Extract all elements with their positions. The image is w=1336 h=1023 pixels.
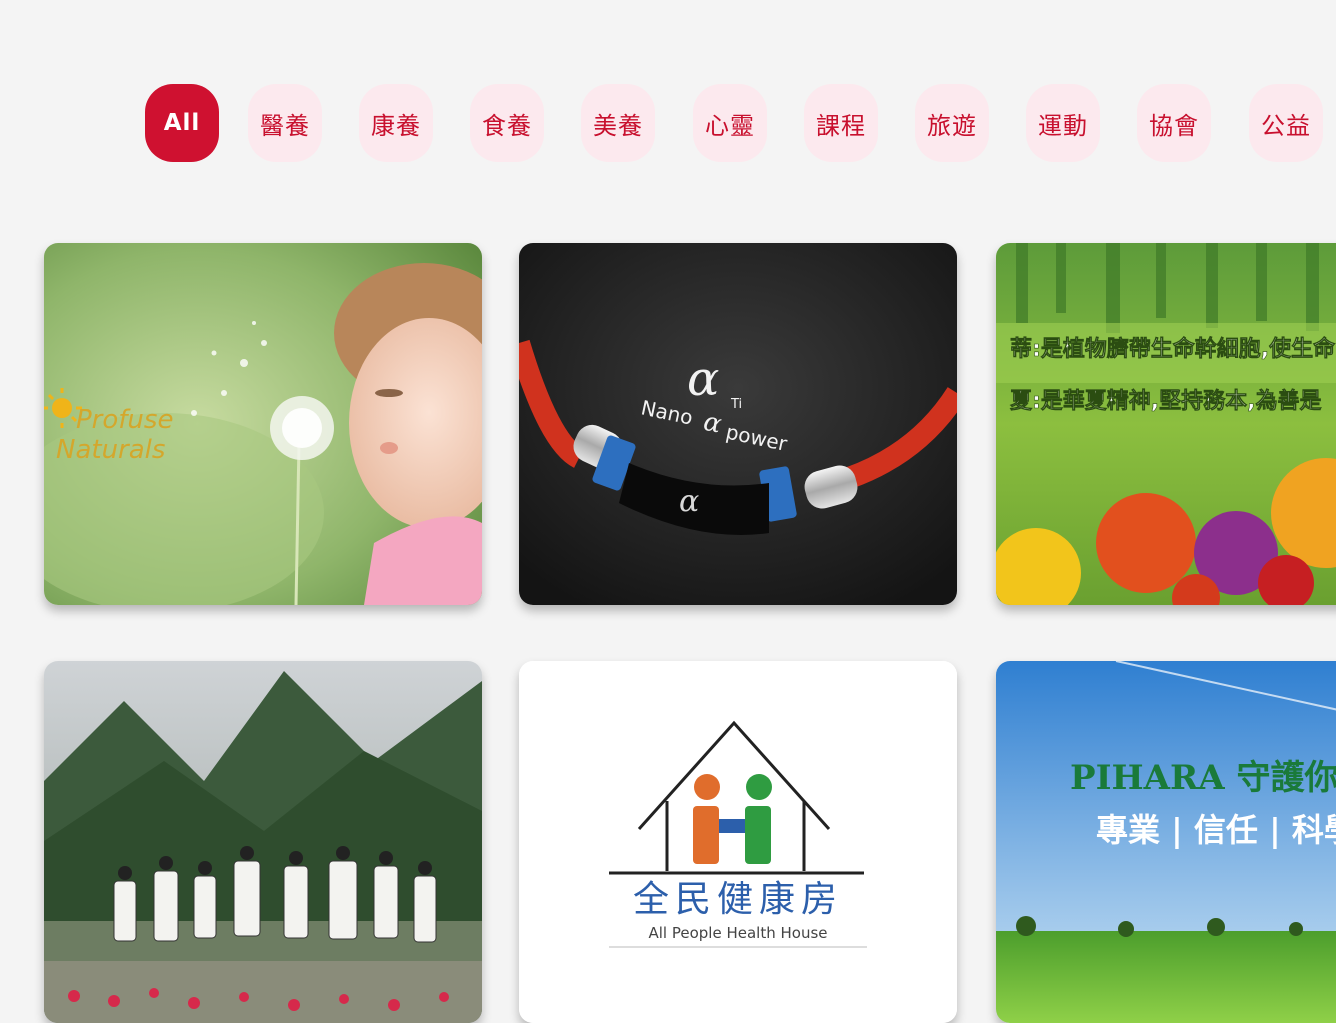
svg-text:蒂:是植物臍帶生命幹細胞,使生命: 蒂:是植物臍帶生命幹細胞,使生命	[1010, 336, 1336, 362]
svg-text:All People Health House: All People Health House	[649, 924, 828, 942]
svg-text:專業 | 信任 | 科學: 專業 | 信任 | 科學	[1096, 811, 1336, 849]
svg-text:α: α	[679, 484, 699, 519]
card-mountain-dance[interactable]	[44, 661, 482, 1023]
filter-chip-association[interactable]: 協會	[1137, 84, 1211, 162]
card-image-pihara: PIHARA 守護你的健康 專業 | 信任 | 科學	[996, 661, 1336, 1023]
filter-chip-beauty[interactable]: 美養	[581, 84, 655, 162]
card-pihara[interactable]: PIHARA 守護你的健康 專業 | 信任 | 科學	[996, 661, 1336, 1023]
svg-text:全民健康房: 全民健康房	[633, 879, 843, 920]
svg-text:夏:是華夏精神,堅持務本,為善是: 夏:是華夏精神,堅持務本,為善是	[1010, 388, 1322, 414]
card-image-necklace: α α Ti Nano α power	[519, 243, 957, 605]
filter-chip-exercise[interactable]: 運動	[1026, 84, 1100, 162]
svg-text:Profuse: Profuse	[76, 405, 173, 435]
filter-chip-all[interactable]: All	[145, 84, 219, 162]
filter-chip-spirit[interactable]: 心靈	[693, 84, 767, 162]
filter-chip-wellness[interactable]: 康養	[359, 84, 433, 162]
card-vegetables-fields[interactable]: 蒂:是植物臍帶生命幹細胞,使生命 夏:是華夏精神,堅持務本,為善是	[996, 243, 1336, 605]
filter-chip-medical[interactable]: 醫養	[248, 84, 322, 162]
card-nano-alpha-power[interactable]: α α Ti Nano α power	[519, 243, 957, 605]
card-image-vegetables: 蒂:是植物臍帶生命幹細胞,使生命 夏:是華夏精神,堅持務本,為善是	[996, 243, 1336, 605]
card-image-mountain-dance	[44, 661, 482, 1023]
card-image-health-house-logo: 全民健康房 All People Health House	[519, 661, 957, 1023]
card-all-people-health-house[interactable]: 全民健康房 All People Health House	[519, 661, 957, 1023]
svg-text:α: α	[687, 351, 719, 407]
filter-chip-charity[interactable]: 公益	[1249, 84, 1323, 162]
filter-chip-courses[interactable]: 課程	[804, 84, 878, 162]
card-image-child-dandelion: Profuse Naturals	[44, 243, 482, 605]
svg-text:Naturals: Naturals	[56, 435, 165, 465]
card-profuse-naturals[interactable]: Profuse Naturals	[44, 243, 482, 605]
filter-chip-travel[interactable]: 旅遊	[915, 84, 989, 162]
svg-text:Ti: Ti	[730, 397, 742, 412]
page: All 醫養 康養 食養 美養 心靈 課程 旅遊 運動 協會 公益 Profus…	[0, 0, 1336, 1023]
filter-chip-diet[interactable]: 食養	[470, 84, 544, 162]
svg-text:PIHARA 守護你的健康: PIHARA 守護你的健康	[1070, 758, 1336, 798]
